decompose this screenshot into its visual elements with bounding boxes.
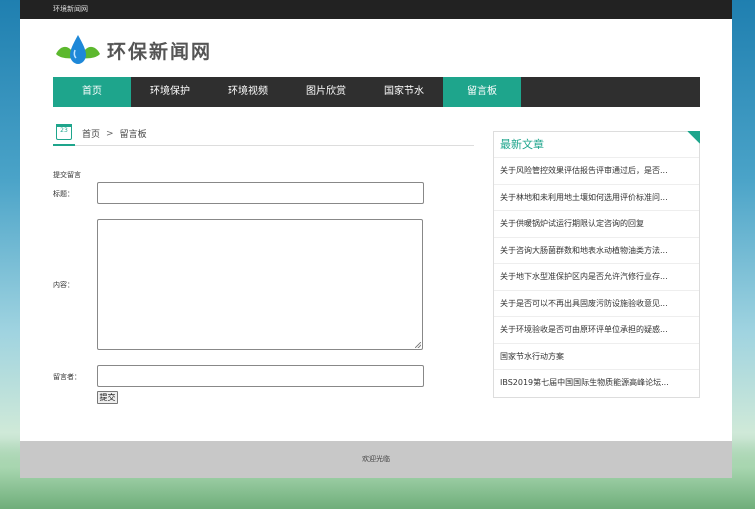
nav-item-home[interactable]: 首页 (53, 77, 131, 107)
breadcrumb-separator: > (106, 128, 114, 139)
article-link[interactable]: 关于风险管控效果评估报告评审通过后，是否... (494, 158, 699, 185)
site-logo[interactable]: 环保新闻网 (53, 32, 212, 68)
latest-articles-title: 最新文章 (494, 131, 700, 158)
article-link[interactable]: 关于是否可以不再出具固废污防设施验收意见... (494, 291, 699, 317)
form-heading: 提交留言 (53, 171, 81, 179)
footer: 欢迎光临 (20, 441, 732, 478)
breadcrumb: 23 首页 > 留言板 (53, 122, 474, 146)
nav-item-pictures[interactable]: 图片欣赏 (287, 77, 365, 107)
calendar-icon: 23 (56, 123, 72, 140)
article-link[interactable]: 关于环境验收是否可由原环评单位承担的疑惑... (494, 317, 699, 344)
main-nav: 首页 环境保护 环境视频 图片欣赏 国家节水 留言板 (53, 77, 700, 107)
nav-item-environment-protection[interactable]: 环境保护 (131, 77, 209, 107)
content-textarea[interactable] (97, 219, 423, 350)
breadcrumb-current: 留言板 (119, 130, 147, 140)
footer-text: 欢迎光临 (362, 455, 390, 463)
article-link[interactable]: 关于林地和未利用地土壤如何选用评价标准问... (494, 185, 699, 211)
top-bar: 环境新闻网 (20, 0, 732, 19)
page-container: 环境新闻网 环保新闻网 首页 环境保护 环境视频 图片欣赏 国家节水 留言板 2… (20, 0, 732, 478)
logo-text: 环保新闻网 (107, 40, 213, 63)
article-link[interactable]: 国家节水行动方案 (494, 344, 699, 370)
breadcrumb-home-link[interactable]: 首页 (82, 127, 100, 140)
article-link[interactable]: IBS2019第七届中国国际生物质能源高峰论坛... (494, 370, 699, 397)
title-label: 标题： (53, 190, 74, 198)
author-label: 留言者： (53, 373, 81, 381)
article-link[interactable]: 关于供暖锅炉试运行期限认定咨询的回复 (494, 211, 699, 238)
breadcrumb-accent (53, 144, 75, 146)
author-input[interactable] (97, 365, 424, 387)
resize-handle-icon[interactable] (415, 342, 421, 348)
title-input[interactable] (97, 182, 424, 204)
nav-item-environment-video[interactable]: 环境视频 (209, 77, 287, 107)
water-drop-leaf-icon (56, 35, 100, 64)
top-bar-site-name[interactable]: 环境新闻网 (53, 5, 88, 13)
submit-button[interactable]: 提交 (97, 391, 118, 404)
content-label: 内容： (53, 281, 74, 289)
calendar-icon-day: 23 (60, 126, 68, 134)
corner-cut (687, 131, 700, 144)
nav-item-message-board[interactable]: 留言板 (443, 77, 521, 107)
article-link[interactable]: 关于咨询大肠菌群数和地表水动植物油类方法... (494, 238, 699, 264)
latest-articles-title-text: 最新文章 (500, 138, 544, 151)
article-link[interactable]: 关于地下水型准保护区内是否允许汽修行业存... (494, 264, 699, 291)
nav-item-water-saving[interactable]: 国家节水 (365, 77, 443, 107)
latest-articles-panel: 最新文章 关于风险管控效果评估报告评审通过后，是否... 关于林地和未利用地土壤… (493, 131, 700, 398)
